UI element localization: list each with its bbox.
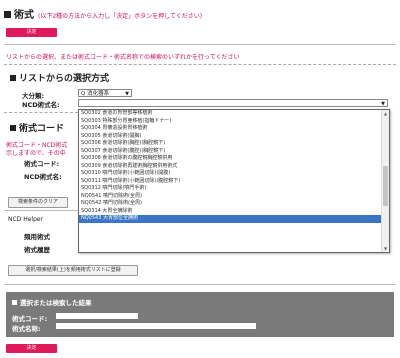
result-square-icon [12,299,17,305]
result-title: 選択または検索した結果 [12,297,92,307]
dropdown-option[interactable]: SQ0306 食道切除術(胸腔)(胸腔鏡下) [79,140,389,148]
dropdown-option[interactable]: SQ0305 食道切除術(開胸) [79,133,389,141]
code-section-title: 術式コード [10,121,64,134]
dropdown-option[interactable]: NQ0543 大胃部位全摘術 [79,215,389,223]
dropdown-option[interactable]: SQ0312 噴門切除(噴門手術) [79,185,389,193]
hint-text: リストからの選択、または術式コード・術式名称での検索のいずれかを行ってください [6,54,240,61]
page-instruction: (以下2種の方法から入力し「決定」ボタンを押してください) [38,13,203,20]
title-square-icon [4,11,11,18]
dropdown-option[interactable]: SQ0304 胃瘻造設術胃移植術 [79,125,389,133]
ncd-name-dropdown-list[interactable]: SQ0302 食道の胃管部等移植術 SQ0303 特殊部分胃亜移植(指輪ドナー) S… [78,109,390,253]
dropdown-items: SQ0302 食道の胃管部等移植術 SQ0303 特殊部分胃亜移植(指輪ドナー) S… [79,110,389,223]
usage-label: 頻用術式 [24,233,50,241]
result-code-label: 術式コード: [12,315,48,323]
divider [4,210,78,211]
ncd-name-label-2: NCD術式名: [24,173,62,181]
code-label: 術式コード: [24,160,60,168]
ncd-name-select[interactable]: ▼ [78,99,388,107]
decide-button-bottom[interactable]: 決定 [6,344,57,353]
ncd-name-label: NCD術式名: [22,101,60,109]
scroll-thumb[interactable] [383,166,388,206]
dropdown-option[interactable]: NQ0541 噴門切除術(全周) [79,193,389,201]
chevron-down-icon: ▼ [381,101,385,107]
divider [4,112,78,113]
result-panel: 選択または検索した結果 術式コード: 術式名称: [6,292,394,337]
history-label: 術式履歴 [24,246,50,254]
scroll-down-icon[interactable]: ▼ [382,245,389,252]
code-hint-line2: 示しますので、その中 [6,150,66,157]
divider [4,284,396,285]
divider [4,64,396,65]
category-select[interactable]: Q 消化器系 ▼ [78,89,132,97]
section-square-icon [10,124,16,131]
dropdown-option[interactable]: SQ0309 食道切除術再建術胸腔鏡併用術式 [79,163,389,171]
dropdown-option[interactable]: SQ0308 食道切除術の腹腔鏡胸腔鏡併用 [79,155,389,163]
page-title: 術式 [14,10,34,21]
result-name-label: 術式名称: [12,325,41,333]
dropdown-option[interactable]: SQ0310 噴門切除術(小範囲切除)(開腹) [79,170,389,178]
section-square-icon [10,74,16,81]
decide-button-top[interactable]: 決定 [6,28,57,37]
dropdown-option[interactable]: SQ0314 大胃全摘除術 [79,208,389,216]
dropdown-scrollbar[interactable]: ▲ ▼ [381,110,389,252]
page-header: 術式 (以下2種の方法から入力し「決定」ボタンを押してください) [4,6,202,21]
clear-search-button[interactable]: 検索条件のクリア [8,197,68,208]
dropdown-option[interactable]: SQ0303 特殊部分胃亜移植(指輪ドナー) [79,118,389,126]
dropdown-option[interactable]: NQ0542 噴門切除術(全周) [79,200,389,208]
dropdown-option[interactable]: SQ0302 食道の胃管部等移植術 [79,110,389,118]
divider [4,44,396,45]
helper-title: NCD Helper [8,216,44,223]
scroll-up-icon[interactable]: ▲ [382,110,389,117]
chevron-down-icon: ▼ [125,91,129,97]
register-favorite-button[interactable]: 選択/検索結果(上)を頻用術式リストに登録 [8,265,138,276]
result-name-field [56,323,256,329]
dropdown-option[interactable]: SQ0311 噴門切除術(小範囲切除)(腹腔鏡下) [79,178,389,186]
dropdown-option[interactable]: SQ0307 食道切除術(腹腔)(胸腔鏡下) [79,148,389,156]
list-section-title: リストからの選択方式 [10,71,109,84]
result-code-field [56,313,138,319]
